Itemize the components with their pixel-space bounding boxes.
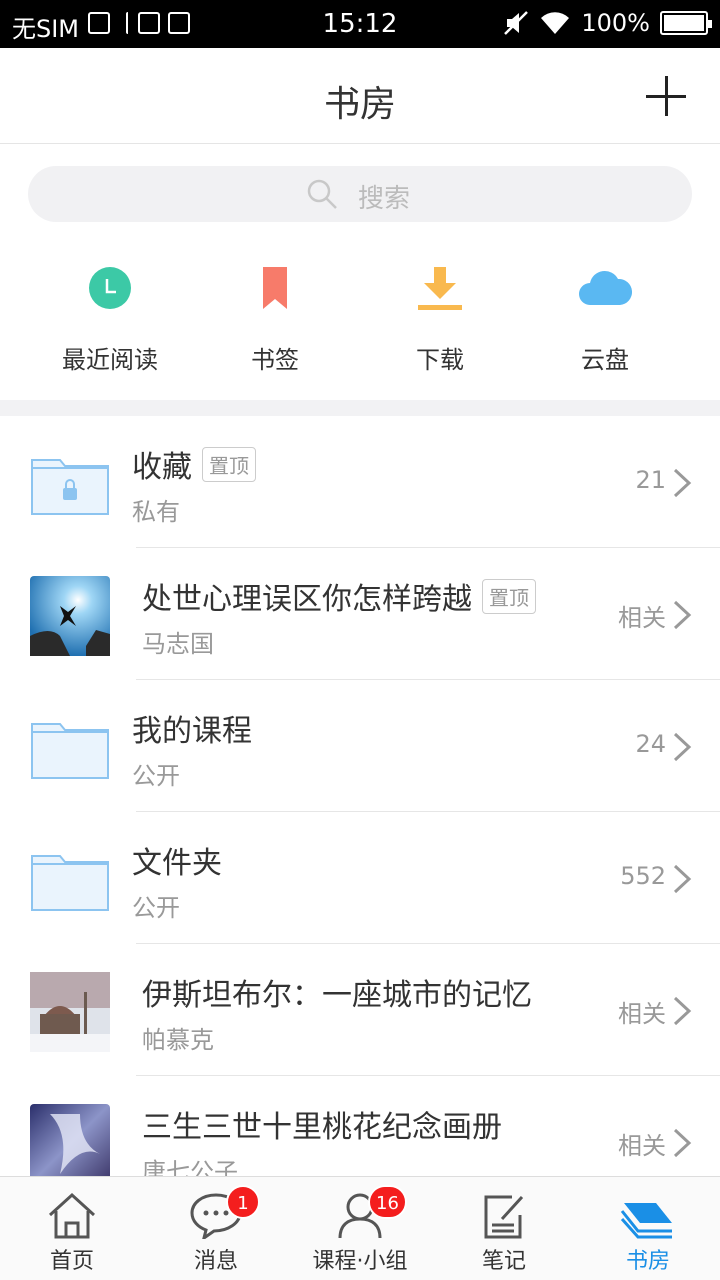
folder-icon <box>31 855 109 911</box>
search-bar[interactable]: 搜索 <box>28 166 692 222</box>
item-related: 相关 <box>618 1132 666 1160</box>
item-count: 21 <box>635 466 666 494</box>
book-cover-image <box>30 1104 110 1178</box>
item-count: 24 <box>635 730 666 758</box>
note-icon <box>484 1195 524 1239</box>
add-icon[interactable] <box>646 76 686 116</box>
tab-label: 消息 <box>193 1249 238 1274</box>
locked-folder-icon <box>31 459 109 515</box>
list-item[interactable]: 三生三世十里桃花纪念画册 唐七公子 相关 <box>0 1076 720 1178</box>
item-related: 相关 <box>618 604 666 632</box>
search-icon <box>307 179 337 209</box>
tab-label: 笔记 <box>481 1249 526 1274</box>
list-item[interactable]: 文件夹 公开 552 <box>0 812 720 944</box>
item-subtitle: 私有 <box>132 498 180 526</box>
search-placeholder: 搜索 <box>358 184 411 214</box>
chevron-right-icon <box>673 996 692 1026</box>
unread-badge: 1 <box>226 1185 260 1219</box>
pinned-tag: 置顶 <box>482 579 536 614</box>
clock-icon <box>89 267 131 309</box>
item-author: 帕慕克 <box>142 1026 214 1054</box>
list-item[interactable]: 我的课程 公开 24 <box>0 680 720 812</box>
book-cover-image <box>30 972 110 1052</box>
list-item[interactable]: 伊斯坦布尔：一座城市的记忆 帕慕克 相关 <box>0 944 720 1076</box>
item-title: 我的课程 <box>132 714 252 749</box>
unread-badge: 16 <box>368 1185 407 1219</box>
chevron-right-icon <box>673 864 692 894</box>
download-button[interactable]: 下载 <box>360 248 520 375</box>
list-item[interactable]: 收藏 置顶 私有 21 <box>0 416 720 548</box>
chevron-right-icon <box>673 600 692 630</box>
app-header: 书房 <box>0 48 720 144</box>
battery-percent: 100% <box>581 9 650 37</box>
chevron-right-icon <box>673 732 692 762</box>
wifi-icon <box>541 12 570 34</box>
status-bar: 无SIM 15:12 100% <box>0 0 720 48</box>
library-list: 收藏 置顶 私有 21 处世心理误区你怎样跨越 置顶 马志国 相关 我的课程 公开 … <box>0 416 720 1178</box>
folder-icon <box>31 723 109 779</box>
cloud-disk-label: 云盘 <box>581 346 629 374</box>
download-label: 下载 <box>416 346 464 374</box>
item-title: 文件夹 <box>132 846 222 881</box>
bottom-tab-bar: 首页 消息 1 课程·小组 16 笔记 书房 <box>0 1176 720 1280</box>
battery-icon <box>660 11 712 35</box>
chevron-right-icon <box>673 1128 692 1158</box>
home-icon <box>48 1192 96 1239</box>
item-author: 唐七公子 <box>142 1158 238 1178</box>
item-author: 马志国 <box>142 630 214 658</box>
tab-label: 书房 <box>625 1249 670 1274</box>
item-title: 伊斯坦布尔：一座城市的记忆 <box>142 978 532 1013</box>
item-related: 相关 <box>618 1000 666 1028</box>
tab-messages[interactable]: 消息 1 <box>144 1177 288 1280</box>
recent-reading-button[interactable]: 最近阅读 <box>30 248 190 375</box>
tab-home[interactable]: 首页 <box>0 1177 144 1280</box>
tab-notes[interactable]: 笔记 <box>432 1177 576 1280</box>
page-title: 书房 <box>323 84 396 125</box>
bookmark-label: 书签 <box>251 346 299 374</box>
tab-courses-groups[interactable]: 课程·小组 16 <box>288 1177 432 1280</box>
book-cover-image <box>30 576 110 656</box>
bookmark-icon <box>263 267 287 309</box>
bookshelf-icon <box>620 1203 672 1239</box>
cloud-disk-button[interactable]: 云盘 <box>525 248 685 375</box>
chevron-right-icon <box>673 468 692 498</box>
mute-icon <box>504 11 529 35</box>
download-icon <box>418 267 462 310</box>
tab-label: 首页 <box>49 1249 94 1274</box>
list-item[interactable]: 处世心理误区你怎样跨越 置顶 马志国 相关 <box>0 548 720 680</box>
cloud-icon <box>579 270 632 305</box>
item-title: 收藏 置顶 <box>132 442 256 486</box>
section-divider <box>0 400 720 416</box>
item-count: 552 <box>620 862 666 890</box>
bookmark-button[interactable]: 书签 <box>195 248 355 375</box>
item-subtitle: 公开 <box>132 762 180 790</box>
pinned-tag: 置顶 <box>202 447 256 482</box>
tab-label: 课程·小组 <box>312 1249 408 1274</box>
tab-bookshelf[interactable]: 书房 <box>576 1177 720 1280</box>
recent-reading-label: 最近阅读 <box>62 346 158 374</box>
item-title: 三生三世十里桃花纪念画册 <box>142 1110 502 1145</box>
item-subtitle: 公开 <box>132 894 180 922</box>
quick-actions: 最近阅读 书签 下载 云盘 <box>0 248 720 398</box>
item-title: 处世心理误区你怎样跨越 置顶 <box>142 574 536 618</box>
